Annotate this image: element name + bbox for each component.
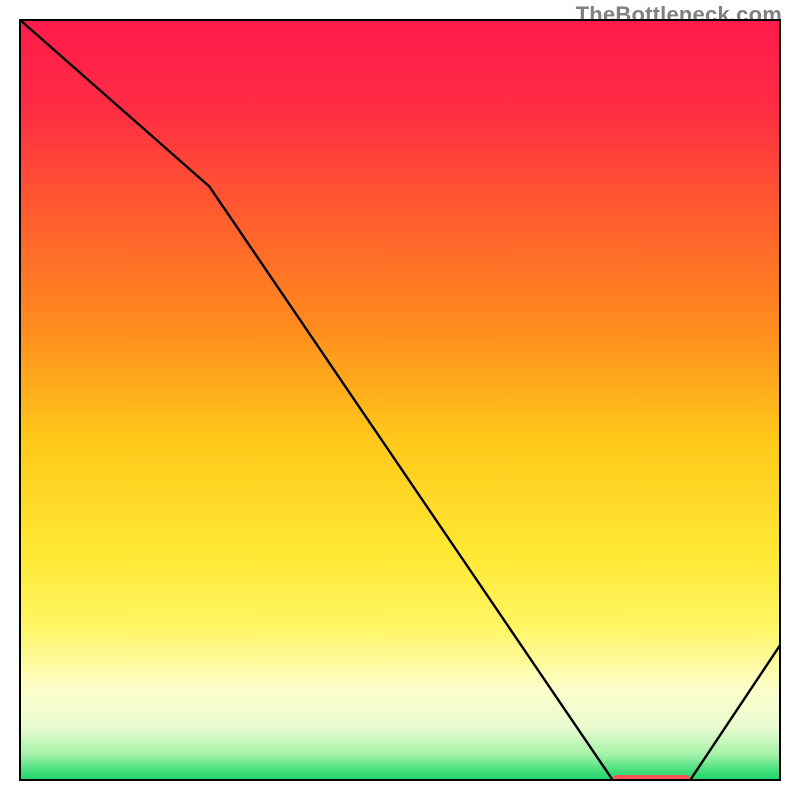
background-gradient: [19, 19, 781, 781]
plot-area: [19, 19, 781, 781]
chart-container: TheBottleneck.com: [0, 0, 800, 800]
